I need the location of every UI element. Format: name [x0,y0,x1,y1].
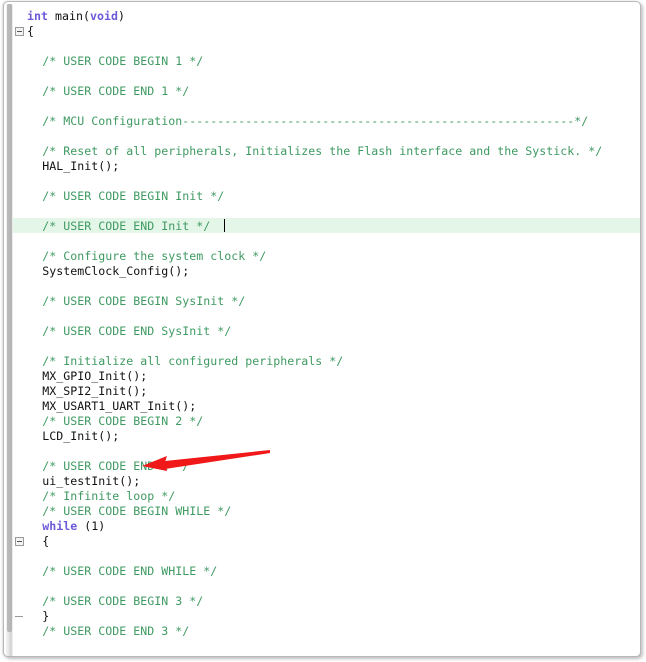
code-token-plain: ui_testInit(); [42,474,141,488]
code-line[interactable]: MX_SPI2_Init(); [42,384,147,399]
code-line[interactable]: SystemClock_Config(); [42,264,189,279]
code-token-plain: (1) [77,519,106,533]
code-line[interactable]: { [27,24,34,39]
code-token-plain: } [42,609,50,623]
code-token-comment: /* USER CODE BEGIN 3 */ [42,594,204,608]
code-line[interactable]: /* MCU Configuration--------------------… [42,114,588,129]
code-token-keyword: void [90,9,119,23]
code-token-plain: ) [118,9,126,23]
code-line[interactable]: /* USER CODE BEGIN 1 */ [42,54,203,69]
code-line[interactable]: HAL_Init(); [42,159,119,174]
code-token-plain: LCD_Init(); [42,429,120,443]
scrollbar-thumb[interactable] [7,4,12,632]
code-token-comment: /* USER CODE END SysInit */ [42,324,232,338]
code-text-area[interactable]: int main(void){/* USER CODE BEGIN 1 *//*… [27,2,640,656]
code-line[interactable]: /* Reset of all peripherals, Initializes… [42,144,602,159]
code-token-plain: SystemClock_Config(); [42,264,190,278]
text-caret [223,219,225,232]
code-line[interactable]: /* USER CODE BEGIN 3 */ [42,594,203,609]
code-token-plain: { [27,24,35,38]
code-line[interactable]: /* USER CODE BEGIN Init */ [42,189,224,204]
code-token-keyword: while [42,519,78,533]
code-line[interactable]: /* USER CODE BEGIN WHILE */ [42,504,231,519]
code-editor-window: */ int main(void){/* USER CODE BEGIN 1 *… [3,1,641,657]
code-line[interactable]: /* USER CODE BEGIN 2 */ [42,414,203,429]
code-token-plain: main( [48,9,91,23]
code-line[interactable]: } [27,654,34,656]
code-token-comment: /* USER CODE BEGIN 1 */ [42,54,204,68]
code-token-plain: MX_USART1_UART_Init(); [42,399,197,413]
code-token-plain: HAL_Init(); [42,159,120,173]
code-token-comment: /* USER CODE BEGIN 2 */ [42,414,204,428]
code-token-comment: /* USER CODE END Init */ [42,219,211,233]
code-line[interactable]: int main(void) [27,9,125,24]
code-token-comment: /* USER CODE END WHILE */ [42,564,218,578]
code-token-comment: /* USER CODE END 3 */ [42,624,190,638]
code-line[interactable]: { [42,534,49,549]
code-line[interactable]: MX_GPIO_Init(); [42,369,147,384]
code-line[interactable]: } [42,609,49,624]
code-token-comment: /* USER CODE END 2 */ [42,459,190,473]
code-token-comment: /* Reset of all peripherals, Initializes… [42,144,603,158]
code-token-plain: } [27,654,34,656]
code-token-plain: MX_GPIO_Init(); [42,369,148,383]
code-line[interactable]: /* Configure the system clock */ [42,249,266,264]
code-token-plain: MX_SPI2_Init(); [42,384,148,398]
code-line[interactable]: /* Infinite loop */ [42,489,175,504]
code-line[interactable]: /* USER CODE END 1 */ [42,84,189,99]
code-folding-gutter[interactable] [13,2,27,656]
code-token-comment: /* MCU Configuration--------------------… [42,114,589,128]
code-token-comment: /* USER CODE BEGIN WHILE */ [42,504,232,518]
code-line[interactable]: MX_USART1_UART_Init(); [42,399,196,414]
code-line[interactable]: /* USER CODE END 3 */ [42,624,189,639]
code-line[interactable]: /* USER CODE BEGIN SysInit */ [42,294,245,309]
code-token-comment: /* Initialize all configured peripherals… [42,354,344,368]
code-line[interactable]: /* USER CODE END Init */ [42,219,210,234]
fold-collapse-icon[interactable] [15,537,24,546]
code-line[interactable]: /* USER CODE END 2 */ [42,459,189,474]
code-line[interactable]: /* USER CODE END SysInit */ [42,324,231,339]
code-line[interactable]: LCD_Init(); [42,429,119,444]
code-token-comment: /* USER CODE END 1 */ [42,84,190,98]
code-line[interactable]: /* USER CODE END WHILE */ [42,564,217,579]
code-line[interactable]: /* Initialize all configured peripherals… [42,354,343,369]
code-line[interactable]: ui_testInit(); [42,474,140,489]
code-token-keyword: int [27,9,49,23]
fold-end-tick-icon [15,616,23,617]
fold-collapse-icon[interactable] [15,27,24,36]
code-token-plain: { [42,534,50,548]
code-token-comment: /* USER CODE BEGIN Init */ [42,189,225,203]
code-token-comment: /* USER CODE BEGIN SysInit */ [42,294,246,308]
code-token-comment: /* Infinite loop */ [42,489,176,503]
code-token-comment: /* Configure the system clock */ [42,249,267,263]
code-line[interactable]: while (1) [42,519,105,534]
